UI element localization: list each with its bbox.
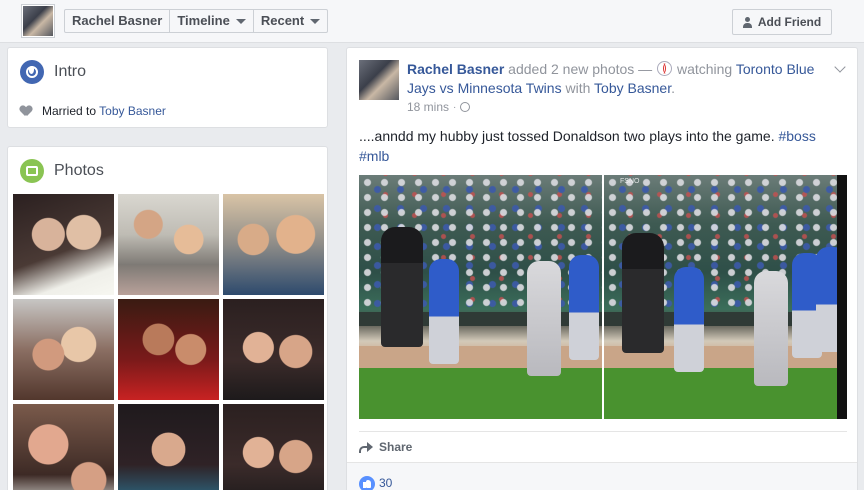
tagged-person-link[interactable]: Toby Basner [594, 80, 671, 96]
post-photo[interactable]: FSNO [604, 175, 847, 419]
like-count[interactable]: 30 [379, 476, 392, 490]
crumb-profile-name[interactable]: Rachel Basner [65, 10, 171, 32]
share-icon [359, 441, 373, 453]
photo-player [569, 255, 599, 360]
intro-card: Intro Married to Toby Basner [7, 47, 328, 128]
intro-header: Intro [20, 60, 86, 84]
share-button[interactable]: Share [359, 438, 412, 456]
photos-header[interactable]: Photos [20, 159, 104, 183]
photos-title: Photos [54, 162, 104, 179]
post-activity-text: watching [676, 61, 733, 77]
globe-icon [20, 60, 44, 84]
post-message: ....anndd my hubby just tossed Donaldson… [359, 126, 849, 166]
photo-thumbnail[interactable] [223, 404, 324, 490]
photo-umpire [381, 227, 423, 347]
photo-edge [837, 175, 847, 419]
intro-title: Intro [54, 63, 87, 80]
photo-thumbnail[interactable] [13, 299, 114, 400]
post-author-link[interactable]: Rachel Basner [407, 61, 504, 77]
timeline-header: Rachel Basner Timeline Recent Add Friend [0, 0, 864, 43]
post-photo[interactable] [359, 175, 602, 419]
crumb-timeline[interactable]: Timeline [170, 10, 254, 32]
photo-grass [359, 367, 602, 419]
profile-avatar[interactable] [21, 4, 55, 38]
photo-player [527, 261, 561, 376]
photo-icon [20, 159, 44, 183]
photo-thumbnail[interactable] [118, 299, 219, 400]
post-divider [359, 431, 847, 432]
crumb-label: Recent [260, 13, 305, 28]
relationship-row: Married to Toby Basner [20, 104, 166, 118]
photo-umpire [622, 233, 664, 353]
meta-separator: · [453, 101, 457, 113]
spouse-link[interactable]: Toby Basner [99, 104, 166, 118]
photo-thumbnail[interactable] [223, 299, 324, 400]
post-time: 18 mins [407, 100, 450, 114]
post-header-end: . [671, 80, 675, 96]
photos-grid [13, 194, 324, 490]
photo-player [429, 259, 459, 364]
globe-small-icon [460, 102, 471, 112]
photo-thumbnail[interactable] [118, 194, 219, 295]
post-header: Rachel Basner added 2 new photos — watch… [407, 60, 827, 98]
like-icon[interactable] [359, 476, 375, 490]
caret-down-icon [235, 18, 246, 24]
add-friend-label: Add Friend [757, 15, 822, 29]
post-author-avatar[interactable] [359, 60, 399, 100]
caret-down-icon [310, 18, 321, 24]
photo-infield [359, 345, 602, 368]
post-action-text: added 2 new photos — [508, 61, 653, 77]
photos-card: Photos [7, 146, 328, 490]
photo-player [674, 267, 704, 372]
photo-thumbnail[interactable] [118, 404, 219, 490]
baseball-icon [657, 61, 673, 76]
share-label: Share [379, 440, 413, 454]
crumb-label: Timeline [177, 13, 230, 28]
photo-thumbnail[interactable] [13, 404, 114, 490]
hashtag-link[interactable]: #boss [778, 128, 815, 144]
crumb-label: Rachel Basner [72, 13, 163, 28]
hashtag-link[interactable]: #mlb [359, 148, 389, 164]
add-friend-icon [742, 16, 753, 28]
post-timestamp[interactable]: 18 mins · [407, 100, 471, 114]
post-body: ....anndd my hubby just tossed Donaldson… [359, 128, 775, 144]
photo-grass [604, 367, 847, 419]
heart-icon [20, 106, 32, 117]
photo-thumbnail[interactable] [13, 194, 114, 295]
photo-stamp: FSNO [620, 178, 640, 185]
relationship-label: Married to [42, 104, 97, 118]
reactions-bar: 30 [347, 462, 857, 490]
post-with-text: with [565, 80, 591, 96]
crumb-recent[interactable]: Recent [254, 10, 327, 32]
post-card: Rachel Basner added 2 new photos — watch… [346, 47, 858, 490]
chevron-down-icon[interactable] [834, 63, 846, 75]
photo-thumbnail[interactable] [223, 194, 324, 295]
breadcrumb: Rachel Basner Timeline Recent [64, 9, 329, 33]
photo-player [754, 271, 788, 386]
add-friend-button[interactable]: Add Friend [732, 9, 832, 35]
